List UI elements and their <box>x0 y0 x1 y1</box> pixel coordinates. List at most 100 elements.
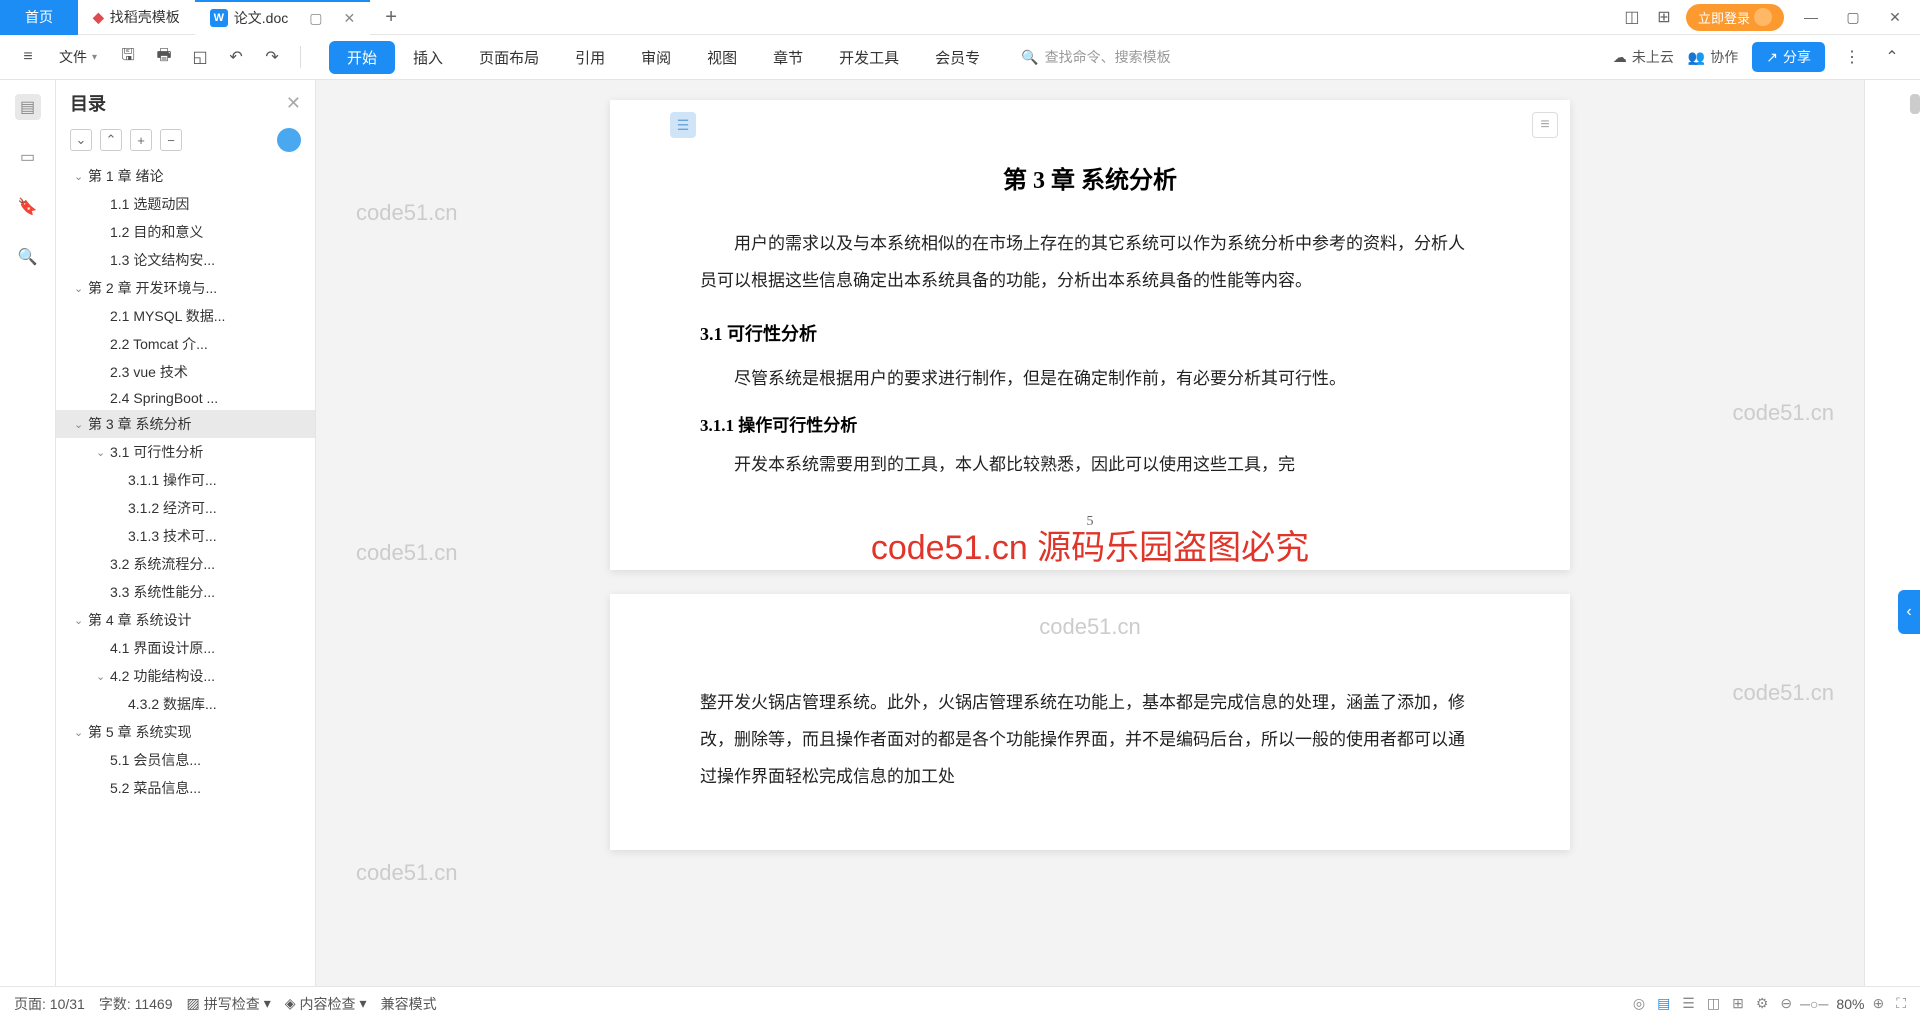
rail-docs-icon[interactable]: ▭ <box>15 144 41 170</box>
add-tab-button[interactable]: + <box>370 6 412 29</box>
cloud-status[interactable]: ☁未上云 <box>1613 47 1674 67</box>
zoom-slider[interactable]: ─○─ <box>1800 996 1828 1012</box>
search-icon: 🔍 <box>1021 49 1038 66</box>
status-compat: 兼容模式 <box>381 994 437 1014</box>
outline-item[interactable]: ⌄第 1 章 绪论 <box>56 162 315 190</box>
outline-item[interactable]: 2.1 MYSQL 数据... <box>56 302 315 330</box>
status-page[interactable]: 页面: 10/31 <box>14 994 85 1014</box>
paragraph: 开发本系统需要用到的工具，本人都比较熟悉，因此可以使用这些工具，完 <box>700 446 1480 483</box>
outline-expand-all[interactable]: ⌃ <box>100 129 122 151</box>
tab-templates[interactable]: ◆ 找稻壳模板 <box>78 0 195 35</box>
tab-home[interactable]: 首页 <box>0 0 78 35</box>
zoom-level[interactable]: 80% <box>1836 996 1864 1012</box>
heading-3-1: 3.1 可行性分析 <box>700 320 1480 346</box>
outline-item[interactable]: ⌄4.2 功能结构设... <box>56 662 315 690</box>
watermark: code51.cn <box>356 860 458 886</box>
maximize-button[interactable]: ▢ <box>1838 6 1868 28</box>
split-icon[interactable]: ▢ <box>309 10 322 27</box>
ribbon-review[interactable]: 审阅 <box>623 41 689 74</box>
share-button[interactable]: ↗分享 <box>1752 42 1825 72</box>
outline-item[interactable]: 2.3 vue 技术 <box>56 358 315 386</box>
side-panel-handle[interactable]: ‹ <box>1898 590 1920 634</box>
close-window-button[interactable]: ✕ <box>1880 6 1910 28</box>
redo-icon[interactable]: ↷ <box>259 44 285 70</box>
zoom-out-icon[interactable]: ⊖ <box>1780 995 1792 1012</box>
apps-icon[interactable]: ⊞ <box>1654 7 1674 27</box>
share-icon: ↗ <box>1766 49 1778 66</box>
rail-search-icon[interactable]: 🔍 <box>15 244 41 270</box>
login-button[interactable]: 立即登录 <box>1686 4 1784 31</box>
divider <box>300 46 301 68</box>
scrollbar-handle[interactable] <box>1910 94 1920 114</box>
watermark: code51.cn <box>1039 614 1141 640</box>
print-icon[interactable]: 🖶 <box>151 44 177 70</box>
status-spellcheck[interactable]: ▨ 拼写检查 ▾ <box>187 994 271 1014</box>
page-marker-icon[interactable]: ☰ <box>670 112 696 138</box>
document-area[interactable]: code51.cn code51.cn code51.cn code51.cn … <box>316 80 1864 986</box>
outline-item[interactable]: 1.2 目的和意义 <box>56 218 315 246</box>
view-read-icon[interactable]: ◫ <box>1707 995 1720 1012</box>
outline-item[interactable]: 2.2 Tomcat 介... <box>56 330 315 358</box>
file-menu[interactable]: 文件 ▾ <box>51 43 105 71</box>
outline-item[interactable]: ⌄第 4 章 系统设计 <box>56 606 315 634</box>
outline-title: 目录 <box>70 90 106 116</box>
collapse-ribbon-icon[interactable]: ⌃ <box>1879 44 1905 70</box>
more-icon[interactable]: ⋮ <box>1839 44 1865 70</box>
minimize-button[interactable]: — <box>1796 6 1826 28</box>
rail-outline-icon[interactable]: ▤ <box>15 94 41 120</box>
layout-icon[interactable]: ◫ <box>1622 7 1642 27</box>
ribbon-view[interactable]: 视图 <box>689 41 755 74</box>
outline-sync-icon[interactable] <box>277 128 301 152</box>
outline-item[interactable]: ⌄3.1 可行性分析 <box>56 438 315 466</box>
ribbon-chapter[interactable]: 章节 <box>755 41 821 74</box>
outline-item[interactable]: 5.2 菜品信息... <box>56 774 315 802</box>
page-menu-icon[interactable]: ≡ <box>1532 112 1558 138</box>
view-web-icon[interactable]: ⊞ <box>1732 995 1744 1012</box>
ribbon-vip[interactable]: 会员专 <box>917 41 998 74</box>
ribbon-devtools[interactable]: 开发工具 <box>821 41 917 74</box>
outline-item[interactable]: ⌄第 2 章 开发环境与... <box>56 274 315 302</box>
outline-add[interactable]: + <box>130 129 152 151</box>
view-outline-icon[interactable]: ☰ <box>1682 995 1695 1012</box>
view-page-icon[interactable]: ▤ <box>1657 995 1670 1012</box>
ribbon-references[interactable]: 引用 <box>557 41 623 74</box>
outline-item[interactable]: 3.3 系统性能分... <box>56 578 315 606</box>
outline-item[interactable]: ⌄第 5 章 系统实现 <box>56 718 315 746</box>
outline-item[interactable]: 5.1 会员信息... <box>56 746 315 774</box>
collab-button[interactable]: 👥协作 <box>1688 47 1738 67</box>
outline-item[interactable]: 4.3.2 数据库... <box>56 690 315 718</box>
people-icon: 👥 <box>1688 49 1705 66</box>
command-search[interactable]: 🔍 查找命令、搜索模板 <box>1021 47 1605 67</box>
close-tab-icon[interactable]: ✕ <box>343 10 355 27</box>
ribbon-insert[interactable]: 插入 <box>395 41 461 74</box>
ribbon-start[interactable]: 开始 <box>329 41 395 74</box>
fullscreen-icon[interactable]: ⛶ <box>1896 995 1906 1012</box>
page-5: ☰ ≡ 第 3 章 系统分析 用户的需求以及与本系统相似的在市场上存在的其它系统… <box>610 100 1570 570</box>
ribbon-layout[interactable]: 页面布局 <box>461 41 557 74</box>
status-words[interactable]: 字数: 11469 <box>99 994 173 1014</box>
view-tools-icon[interactable]: ⚙ <box>1756 995 1769 1012</box>
outline-item[interactable]: 3.2 系统流程分... <box>56 550 315 578</box>
undo-icon[interactable]: ↶ <box>223 44 249 70</box>
preview-icon[interactable]: ◱ <box>187 44 213 70</box>
outline-collapse-all[interactable]: ⌄ <box>70 129 92 151</box>
eye-icon[interactable]: ◎ <box>1633 995 1645 1012</box>
outline-remove[interactable]: − <box>160 129 182 151</box>
save-icon[interactable]: 🖫 <box>115 44 141 70</box>
outline-close-icon[interactable]: ✕ <box>286 93 301 114</box>
rail-bookmark-icon[interactable]: 🔖 <box>15 194 41 220</box>
outline-item[interactable]: 1.3 论文结构安... <box>56 246 315 274</box>
tab-document[interactable]: W 论文.doc ▢ ✕ <box>195 0 370 35</box>
outline-item[interactable]: ⌄第 3 章 系统分析 <box>56 410 315 438</box>
outline-item[interactable]: 4.1 界面设计原... <box>56 634 315 662</box>
outline-item[interactable]: 1.1 选题动因 <box>56 190 315 218</box>
hamburger-icon[interactable]: ≡ <box>15 44 41 70</box>
status-content-check[interactable]: ◈ 内容检查 ▾ <box>285 994 367 1014</box>
outline-item[interactable]: 3.1.3 技术可... <box>56 522 315 550</box>
outline-item[interactable]: 3.1.2 经济可... <box>56 494 315 522</box>
watermark: code51.cn <box>1732 400 1834 426</box>
page-6: code51.cn 整开发火锅店管理系统。此外，火锅店管理系统在功能上，基本都是… <box>610 594 1570 850</box>
outline-item[interactable]: 3.1.1 操作可... <box>56 466 315 494</box>
outline-item[interactable]: 2.4 SpringBoot ... <box>56 386 315 410</box>
zoom-in-icon[interactable]: ⊕ <box>1872 995 1884 1012</box>
